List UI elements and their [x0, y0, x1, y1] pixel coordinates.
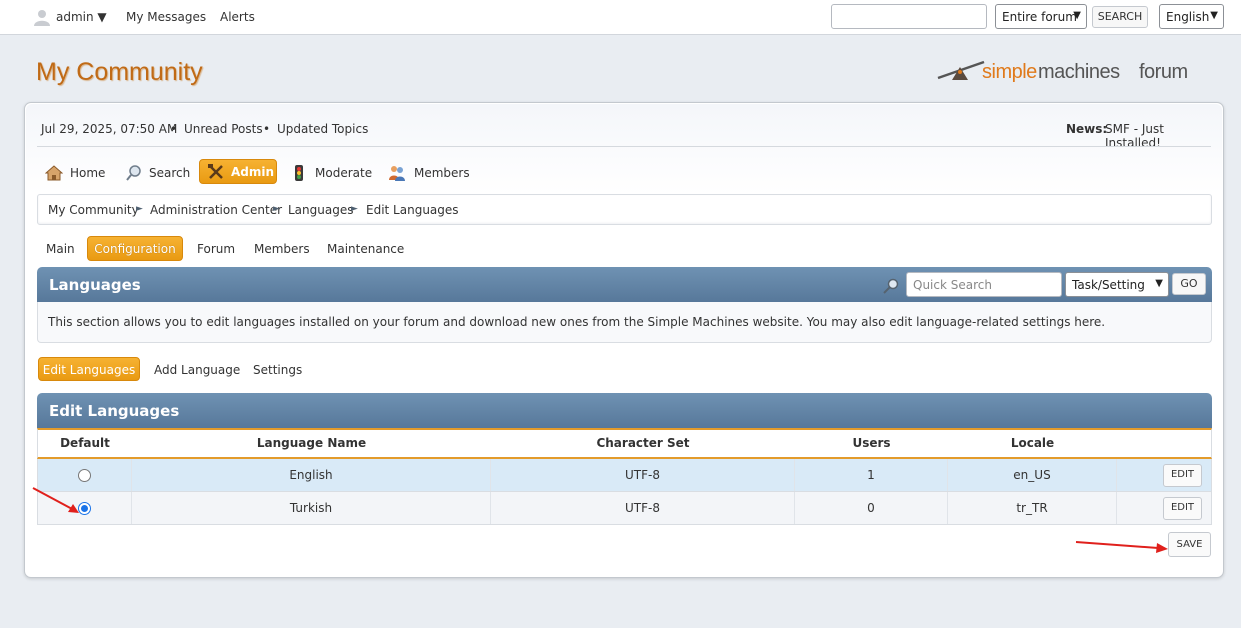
breadcrumb-arrow-icon: ► — [351, 204, 358, 214]
table-row: Turkish UTF-8 0 tr_TR EDIT — [37, 492, 1212, 525]
logo-text-forum: forum — [1139, 61, 1188, 83]
edit-button[interactable]: EDIT — [1163, 464, 1202, 487]
site-title[interactable]: My Community — [36, 58, 203, 87]
breadcrumb-item[interactable]: My Community — [48, 203, 139, 217]
languages-table-header: Default Language Name Character Set User… — [37, 428, 1212, 459]
search-input[interactable] — [831, 4, 987, 29]
menu-home[interactable]: Home — [45, 160, 105, 186]
logo-text-simple: simple — [982, 61, 1037, 83]
charset-cell: UTF-8 — [491, 459, 795, 491]
subtab-add-language[interactable]: Add Language — [154, 363, 240, 377]
menu-home-label: Home — [70, 166, 106, 180]
bullet-separator: • — [170, 122, 178, 136]
unread-posts-link[interactable]: Unread Posts — [184, 122, 263, 136]
languages-title: Languages — [49, 276, 141, 294]
menu-admin[interactable]: Admin — [199, 159, 277, 184]
menu-members-label: Members — [414, 166, 470, 180]
default-radio-english[interactable] — [78, 469, 91, 482]
charset-cell: UTF-8 — [491, 492, 795, 524]
search-icon — [126, 165, 141, 181]
smf-logo[interactable]: simple machines forum — [936, 56, 1214, 90]
column-header: Locale — [1010, 436, 1055, 450]
tab-main[interactable]: Main — [46, 242, 75, 256]
languages-header: Languages Quick Search Task/Setting ▼ GO — [37, 267, 1212, 302]
chevron-down-icon: ▼ — [1155, 278, 1163, 289]
language-name-cell: Turkish — [132, 492, 491, 524]
column-header: Default — [60, 436, 110, 450]
edit-languages-header: Edit Languages — [37, 393, 1212, 428]
breadcrumb: My Community ► Administration Center ► L… — [37, 194, 1212, 225]
column-header: Character Set — [596, 436, 690, 450]
annotation-arrow-icon — [32, 487, 79, 513]
logo-text-machines: machines — [1038, 61, 1120, 83]
language-name-cell: English — [132, 459, 491, 491]
bullet-separator: • — [263, 122, 271, 136]
tab-forum[interactable]: Forum — [197, 242, 235, 256]
search-scope-value: Entire forum — [1002, 10, 1077, 24]
subtab-settings[interactable]: Settings — [253, 363, 302, 377]
users-cell: 1 — [795, 459, 948, 491]
user-menu[interactable]: admin ▼ — [56, 10, 107, 24]
menu-moderate[interactable]: Moderate — [290, 160, 373, 186]
alerts-link[interactable]: Alerts — [220, 10, 255, 24]
breadcrumb-item[interactable]: Languages — [288, 203, 353, 217]
locale-cell: tr_TR — [948, 492, 1117, 524]
tab-configuration[interactable]: Configuration — [87, 236, 183, 261]
subtab-edit-languages[interactable]: Edit Languages — [38, 357, 140, 381]
top-bar: admin ▼ My Messages Alerts Entire forum … — [0, 0, 1241, 35]
current-datetime: Jul 29, 2025, 07:50 AM — [41, 122, 178, 136]
menu-moderate-label: Moderate — [315, 166, 373, 180]
locale-cell: en_US — [948, 459, 1117, 491]
edit-button[interactable]: EDIT — [1163, 497, 1202, 520]
search-scope-select[interactable]: Entire forum ▼ — [995, 4, 1087, 29]
menu-search[interactable]: Search — [125, 160, 191, 186]
smf-logo-mark-icon — [937, 60, 985, 80]
table-row: English UTF-8 1 en_US EDIT — [37, 459, 1212, 492]
traffic-light-icon — [295, 165, 303, 181]
breadcrumb-item[interactable]: Administration Center — [150, 203, 282, 217]
main-panel: Jul 29, 2025, 07:50 AM • Unread Posts • … — [24, 102, 1224, 578]
column-header: Language Name — [256, 436, 367, 450]
go-button[interactable]: GO — [1172, 273, 1206, 295]
edit-languages-title: Edit Languages — [49, 402, 180, 420]
tab-members[interactable]: Members — [254, 242, 310, 256]
task-setting-value: Task/Setting — [1072, 278, 1145, 292]
save-button[interactable]: SAVE — [1168, 532, 1211, 557]
updated-topics-link[interactable]: Updated Topics — [277, 122, 368, 136]
chevron-down-icon: ▼ — [1073, 10, 1081, 21]
language-select[interactable]: English ▼ — [1159, 4, 1224, 29]
chevron-down-icon: ▼ — [1210, 10, 1218, 21]
home-icon — [45, 165, 63, 181]
column-header: Users — [852, 436, 891, 450]
search-button[interactable]: SEARCH — [1092, 6, 1148, 28]
breadcrumb-arrow-icon: ► — [136, 204, 143, 214]
menu-admin-label: Admin — [231, 165, 275, 179]
menu-search-label: Search — [149, 166, 191, 180]
language-value: English — [1166, 10, 1210, 24]
task-setting-select[interactable]: Task/Setting ▼ — [1065, 272, 1169, 297]
my-messages-link[interactable]: My Messages — [126, 10, 206, 24]
users-cell: 0 — [795, 492, 948, 524]
breadcrumb-arrow-icon: ► — [273, 204, 280, 214]
quick-search-input[interactable]: Quick Search — [906, 272, 1062, 297]
tools-icon — [208, 164, 223, 179]
languages-description: This section allows you to edit language… — [37, 302, 1212, 343]
annotation-arrow-icon — [1075, 541, 1168, 553]
breadcrumb-item[interactable]: Edit Languages — [366, 203, 459, 217]
members-icon — [389, 166, 405, 181]
divider — [37, 146, 1211, 147]
menu-members[interactable]: Members — [388, 160, 470, 186]
user-icon — [34, 10, 50, 26]
search-icon[interactable] — [882, 277, 900, 295]
news-label: News: — [1066, 122, 1108, 136]
tab-maintenance[interactable]: Maintenance — [327, 242, 404, 256]
